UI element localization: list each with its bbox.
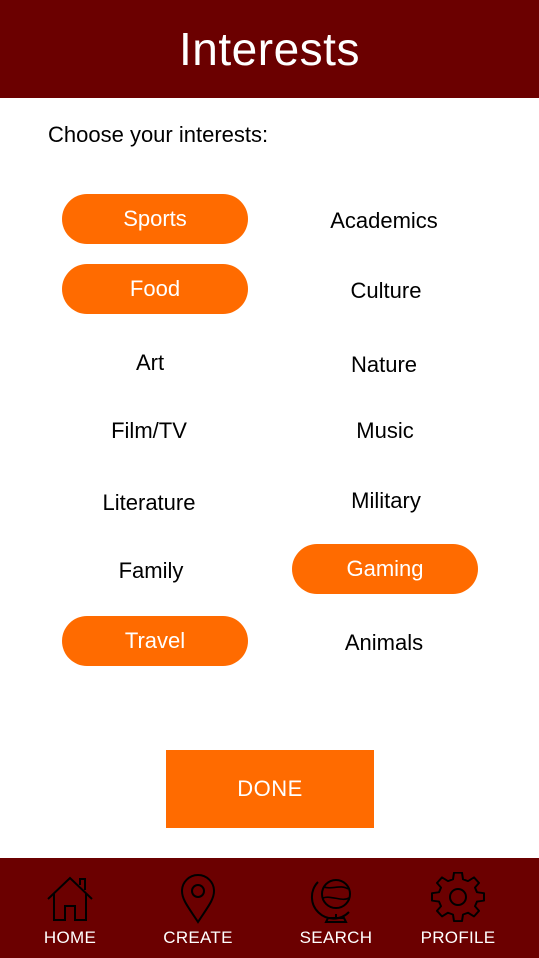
interest-chip-literature[interactable]: Literature bbox=[56, 478, 242, 528]
interest-chip-military[interactable]: Military bbox=[293, 476, 479, 526]
map-pin-icon bbox=[180, 874, 216, 924]
interest-chip-art[interactable]: Art bbox=[57, 338, 243, 388]
gear-icon bbox=[431, 872, 485, 923]
interest-chip-music[interactable]: Music bbox=[292, 406, 478, 456]
interest-chip-sports[interactable]: Sports bbox=[62, 194, 248, 244]
interest-chip-nature[interactable]: Nature bbox=[291, 340, 477, 390]
interest-chip-academics[interactable]: Academics bbox=[291, 196, 477, 246]
nav-label-search: SEARCH bbox=[299, 928, 373, 947]
globe-icon bbox=[310, 879, 351, 923]
bottom-nav-bar: HOME CREATE SEARCH PROFILE bbox=[0, 858, 539, 958]
interest-chip-gaming[interactable]: Gaming bbox=[292, 544, 478, 594]
nav-label-create: CREATE bbox=[163, 928, 233, 947]
interest-chip-travel[interactable]: Travel bbox=[62, 616, 248, 666]
nav-item-create[interactable]: CREATE bbox=[138, 858, 258, 958]
nav-item-search[interactable]: SEARCH bbox=[276, 858, 396, 958]
nav-label-profile: PROFILE bbox=[420, 928, 496, 947]
app-header: Interests bbox=[0, 0, 539, 98]
interest-chip-culture[interactable]: Culture bbox=[293, 266, 479, 316]
nav-label-home: HOME bbox=[43, 928, 97, 947]
page-title: Interests bbox=[179, 23, 360, 75]
interest-chip-film-tv[interactable]: Film/TV bbox=[56, 406, 242, 456]
interest-chip-animals[interactable]: Animals bbox=[291, 618, 477, 668]
interest-chip-food[interactable]: Food bbox=[62, 264, 248, 314]
interests-prompt: Choose your interests: bbox=[48, 122, 269, 147]
home-icon bbox=[47, 876, 93, 921]
done-button[interactable]: DONE bbox=[166, 750, 374, 828]
nav-item-profile[interactable]: PROFILE bbox=[398, 858, 518, 958]
interest-chip-family[interactable]: Family bbox=[58, 546, 244, 596]
nav-item-home[interactable]: HOME bbox=[10, 858, 130, 958]
